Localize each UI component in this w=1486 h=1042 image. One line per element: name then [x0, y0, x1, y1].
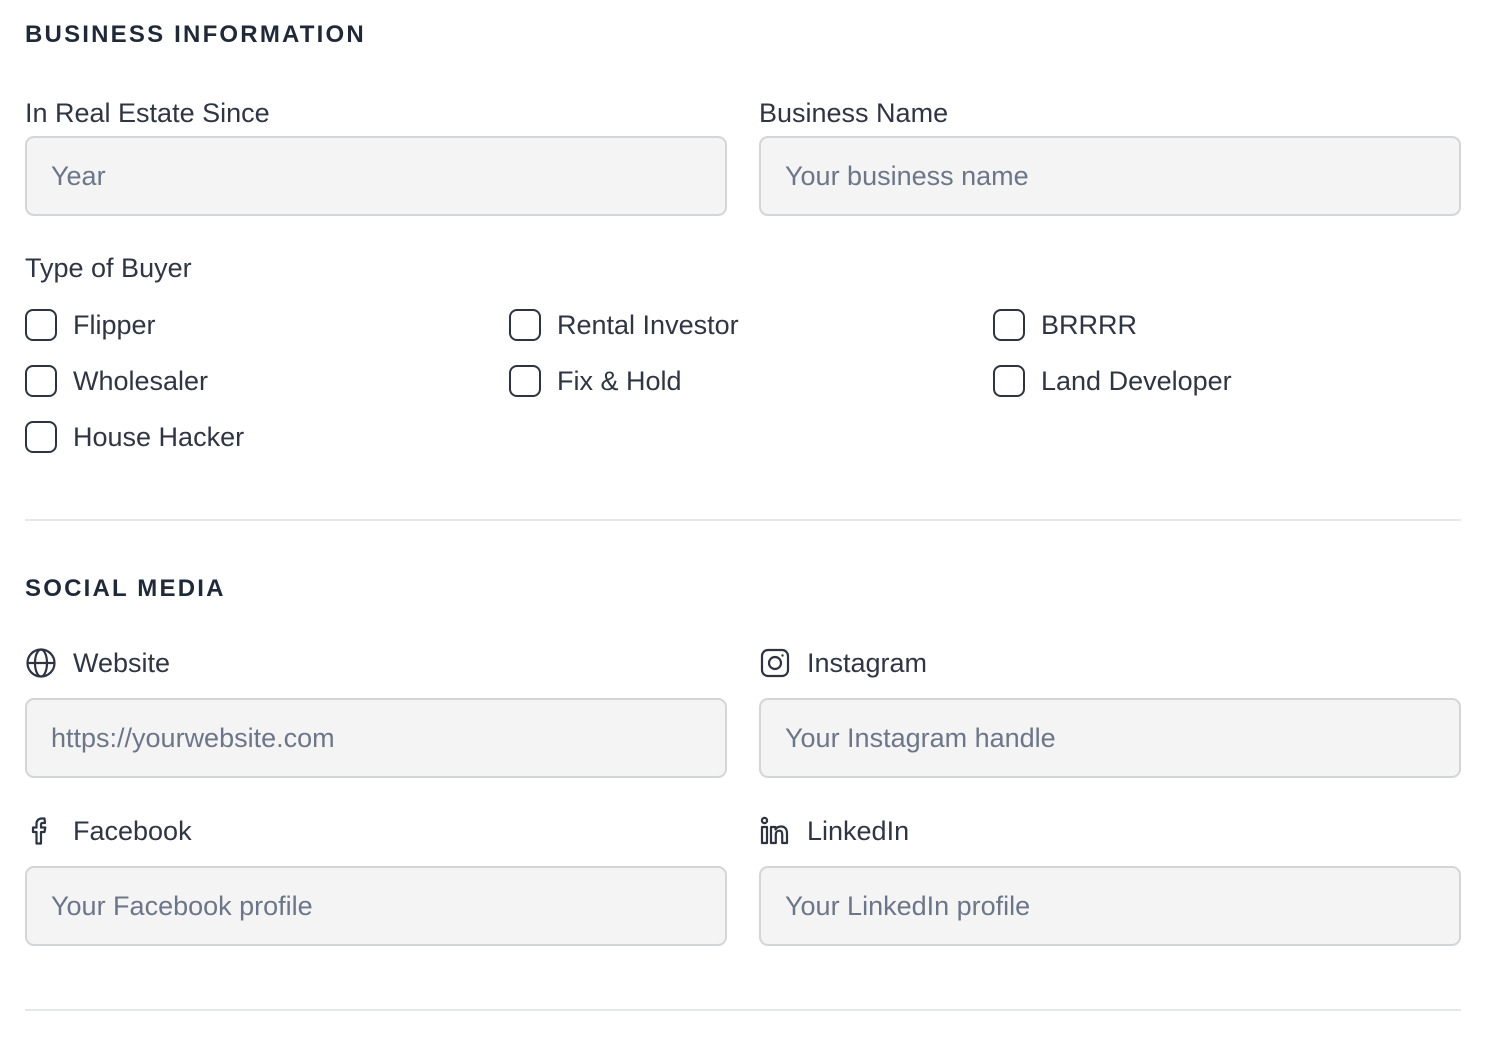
social-section-title: SOCIAL MEDIA	[25, 575, 226, 602]
checkbox[interactable]	[25, 365, 57, 397]
buyer-option-flipper[interactable]: Flipper	[25, 308, 156, 342]
since-label: In Real Estate Since	[25, 98, 270, 128]
checkbox[interactable]	[993, 365, 1025, 397]
checkbox-label: House Hacker	[73, 422, 245, 452]
buyer-type-label: Type of Buyer	[25, 253, 192, 283]
since-year-input[interactable]	[25, 136, 727, 216]
buyer-option-rental-investor[interactable]: Rental Investor	[509, 308, 739, 342]
website-label-text: Website	[73, 648, 171, 678]
linkedin-input[interactable]	[759, 866, 1461, 946]
business-section-title: BUSINESS INFORMATION	[25, 21, 366, 48]
buyer-option-house-hacker[interactable]: House Hacker	[25, 420, 244, 454]
buyer-option-brrrr[interactable]: BRRRR	[993, 308, 1137, 342]
checkbox-label: Rental Investor	[557, 310, 739, 340]
checkbox-label: Flipper	[73, 310, 156, 340]
facebook-input[interactable]	[25, 866, 727, 946]
checkbox[interactable]	[25, 309, 57, 341]
buyer-option-land-developer[interactable]: Land Developer	[993, 364, 1232, 398]
business-name-input[interactable]	[759, 136, 1461, 216]
buyer-option-wholesaler[interactable]: Wholesaler	[25, 364, 208, 398]
profile-form: BUSINESS INFORMATION In Real Estate Sinc…	[0, 0, 1486, 1042]
checkbox-label: Fix & Hold	[557, 366, 682, 396]
checkbox[interactable]	[509, 365, 541, 397]
checkbox-label: Land Developer	[1041, 366, 1232, 396]
business-name-label: Business Name	[759, 98, 949, 128]
globe-icon	[26, 648, 56, 678]
buyer-option-fix-and-hold[interactable]: Fix & Hold	[509, 364, 682, 398]
checkbox-label: BRRRR	[1041, 310, 1138, 340]
instagram-input[interactable]	[759, 698, 1461, 778]
checkbox[interactable]	[993, 309, 1025, 341]
instagram-label: Instagram	[759, 646, 927, 680]
section-divider	[25, 519, 1461, 521]
linkedin-icon	[760, 816, 789, 845]
instagram-label-text: Instagram	[807, 648, 928, 678]
website-input[interactable]	[25, 698, 727, 778]
facebook-label: Facebook	[25, 814, 192, 848]
linkedin-label: LinkedIn	[759, 814, 909, 848]
checkbox[interactable]	[509, 309, 541, 341]
section-divider-bottom	[25, 1009, 1461, 1011]
facebook-icon	[31, 817, 47, 845]
linkedin-label-text: LinkedIn	[807, 816, 910, 846]
facebook-label-text: Facebook	[73, 816, 192, 846]
checkbox[interactable]	[25, 421, 57, 453]
instagram-icon	[760, 648, 790, 678]
checkbox-label: Wholesaler	[73, 366, 209, 396]
website-label: Website	[25, 646, 170, 680]
